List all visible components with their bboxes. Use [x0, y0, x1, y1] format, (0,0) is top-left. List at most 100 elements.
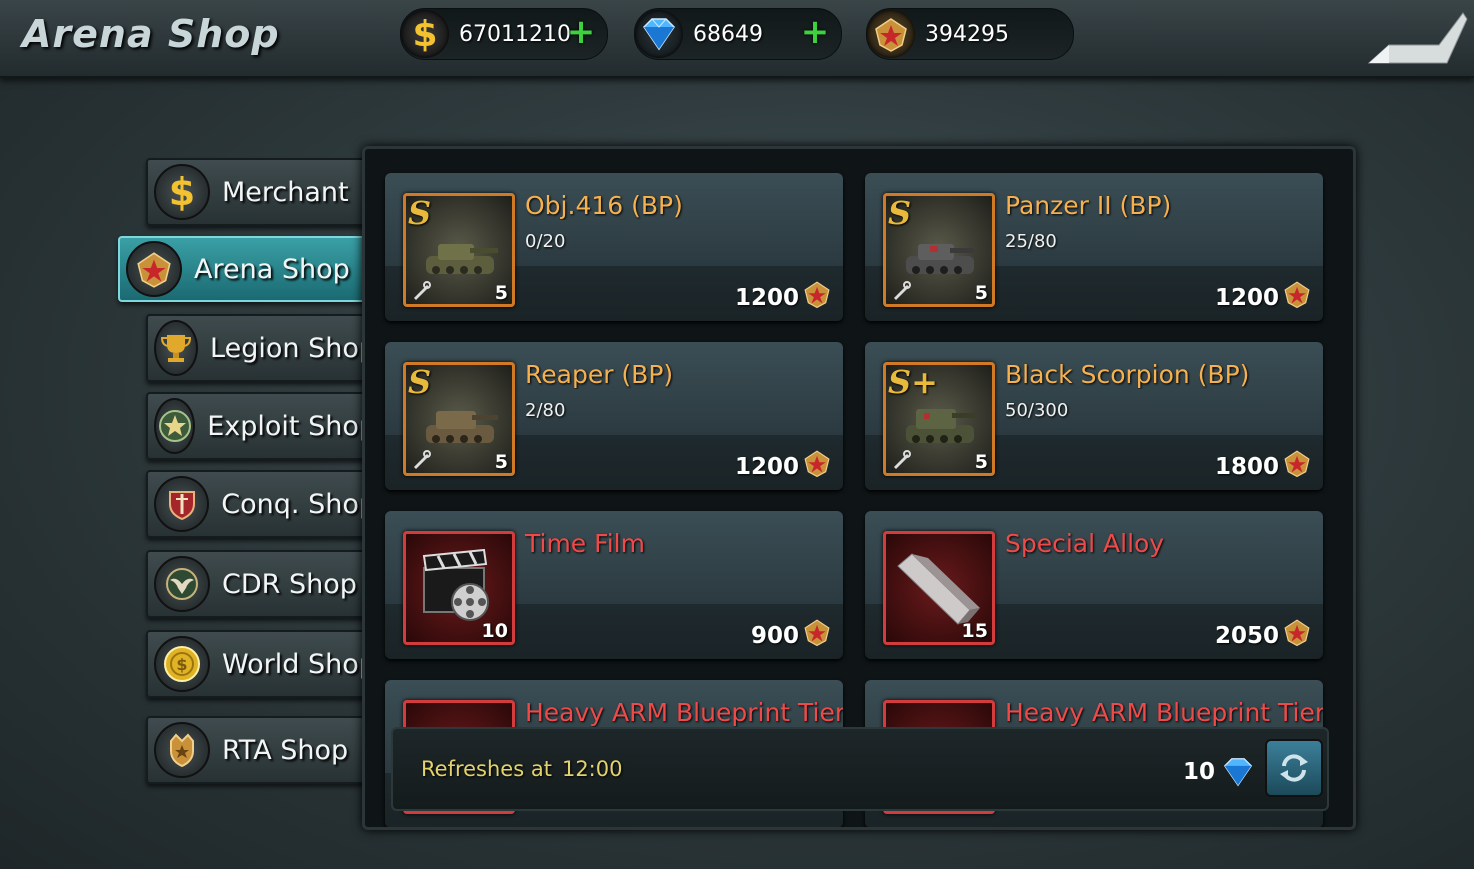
item-price: 1800	[1214, 454, 1279, 480]
rarity-badge: S+	[888, 363, 938, 401]
arena-emblem-icon	[1284, 619, 1310, 647]
sidebar-item-legion-shop[interactable]: Legion Shop	[146, 314, 378, 382]
tank-icon	[426, 411, 498, 443]
wrench-icon	[894, 450, 911, 469]
dollar-icon: $	[401, 10, 449, 58]
tank-icon	[426, 244, 498, 274]
arena-emblem-icon	[126, 241, 182, 297]
arena-emblem-icon	[867, 10, 915, 58]
item-thumbnail: 10	[403, 531, 515, 645]
shop-item-card[interactable]: 10 Time Film 900	[385, 511, 843, 659]
crown-shield-icon	[154, 722, 210, 778]
trophy-icon	[154, 320, 199, 376]
item-thumbnail: S 5	[403, 362, 515, 476]
sidebar-item-exploit-shop[interactable]: Exploit Shop	[146, 392, 378, 460]
item-thumbnail: 15	[883, 531, 995, 645]
sidebar-item-label: Merchant	[222, 176, 349, 208]
refresh-button[interactable]	[1265, 739, 1323, 797]
item-name: Reaper (BP)	[525, 360, 674, 389]
tank-icon	[906, 409, 978, 443]
shop-item-card[interactable]: 15 Special Alloy 2050	[865, 511, 1323, 659]
diamond-icon	[635, 10, 683, 58]
arena-emblem-icon	[804, 281, 830, 309]
rarity-badge: S	[408, 194, 432, 232]
sidebar-item-merchant[interactable]: $ Merchant	[146, 158, 378, 226]
wrench-icon	[414, 281, 431, 300]
item-name: Panzer II (BP)	[1005, 191, 1172, 220]
shop-item-card[interactable]: S 5 Panzer II (BP) 25/80 1200	[865, 173, 1323, 321]
back-button[interactable]	[1354, 0, 1474, 70]
refresh-time: 12:00	[561, 757, 623, 781]
refresh-label: Refreshes at	[421, 757, 552, 781]
sidebar-item-arena-shop[interactable]: Arena Shop	[118, 236, 394, 302]
wrench-icon	[894, 281, 911, 300]
item-progress: 2/80	[525, 400, 566, 421]
sidebar-item-label: Conq. Shop	[221, 488, 376, 520]
arena-points-amount: 394295	[925, 21, 1009, 47]
sidebar-item-label: World Shop	[222, 648, 376, 680]
arena-emblem-icon	[804, 450, 830, 478]
star-shield-icon	[154, 398, 196, 454]
item-name: Heavy ARM Blueprint Tier...	[1005, 698, 1323, 727]
back-arrow-icon	[1367, 12, 1468, 64]
sidebar-item-label: CDR Shop	[222, 568, 357, 600]
item-name: Black Scorpion (BP)	[1005, 360, 1250, 389]
add-gold-button[interactable]: +	[565, 15, 597, 49]
item-thumbnail: S+ 5	[883, 362, 995, 476]
sidebar-item-label: RTA Shop	[222, 734, 349, 766]
rarity-badge: S	[408, 363, 432, 401]
page-title: Arena Shop	[22, 12, 280, 56]
item-price: 1200	[734, 285, 799, 311]
add-gems-button[interactable]: +	[799, 15, 831, 49]
item-quantity: 5	[974, 451, 988, 473]
gold-amount: 67011210	[459, 21, 571, 47]
item-progress: 0/20	[525, 231, 566, 252]
item-name: Heavy ARM Blueprint Tier...	[525, 698, 843, 727]
item-progress: 50/300	[1005, 400, 1069, 421]
item-price: 2050	[1214, 623, 1279, 649]
sword-shield-icon	[154, 476, 210, 532]
item-quantity: 5	[494, 451, 508, 473]
shop-items-panel: S 5 Obj.416 (BP) 0/20 1200 S 5 Panzer II…	[362, 146, 1356, 830]
item-thumbnail: S 5	[883, 193, 995, 307]
dollar-icon: $	[154, 164, 210, 220]
item-price: 1200	[1214, 285, 1279, 311]
sidebar-item-cdr-shop[interactable]: CDR Shop	[146, 550, 378, 618]
shop-item-card[interactable]: S 5 Reaper (BP) 2/80 1200	[385, 342, 843, 490]
arena-points-currency: 394295	[866, 8, 1074, 60]
sidebar-item-rta-shop[interactable]: RTA Shop	[146, 716, 378, 784]
gem-amount: 68649	[693, 21, 763, 47]
item-name: Special Alloy	[1005, 529, 1165, 558]
item-price: 1200	[734, 454, 799, 480]
item-quantity: 5	[974, 282, 988, 304]
eagle-icon	[154, 556, 210, 612]
item-price: 900	[750, 623, 799, 649]
refresh-info: Refreshes at 12:00	[421, 757, 622, 781]
sidebar-item-label: Exploit Shop	[207, 410, 376, 442]
refresh-cost: 10	[1182, 759, 1215, 785]
gold-currency: $ 67011210 +	[400, 8, 608, 60]
item-quantity: 5	[494, 282, 508, 304]
top-bar: Arena Shop $ 67011210 + 68649 + 394295	[0, 0, 1474, 78]
shop-item-card[interactable]: S 5 Obj.416 (BP) 0/20 1200	[385, 173, 843, 321]
item-thumbnail: S 5	[403, 193, 515, 307]
sidebar-item-label: Arena Shop	[194, 253, 350, 285]
diamond-icon	[1223, 758, 1253, 787]
svg-text:$: $	[176, 655, 187, 674]
refresh-bar: Refreshes at 12:00 10	[391, 727, 1329, 811]
arena-emblem-icon	[804, 619, 830, 647]
item-name: Obj.416 (BP)	[525, 191, 683, 220]
refresh-icon	[1280, 754, 1308, 782]
item-quantity: 15	[961, 620, 988, 642]
coin-icon: $	[154, 636, 210, 692]
film-clapper-icon	[422, 548, 489, 621]
alloy-ingot-icon	[897, 553, 980, 625]
item-progress: 25/80	[1005, 231, 1057, 252]
arena-emblem-icon	[1284, 281, 1310, 309]
sidebar-item-world-shop[interactable]: $ World Shop	[146, 630, 378, 698]
gem-currency: 68649 +	[634, 8, 842, 60]
sidebar-item-conq-shop[interactable]: Conq. Shop	[146, 470, 378, 538]
shop-item-card[interactable]: S+ 5 Black Scorpion (BP) 50/300 1800	[865, 342, 1323, 490]
wrench-icon	[414, 450, 431, 469]
item-quantity: 10	[481, 620, 508, 642]
